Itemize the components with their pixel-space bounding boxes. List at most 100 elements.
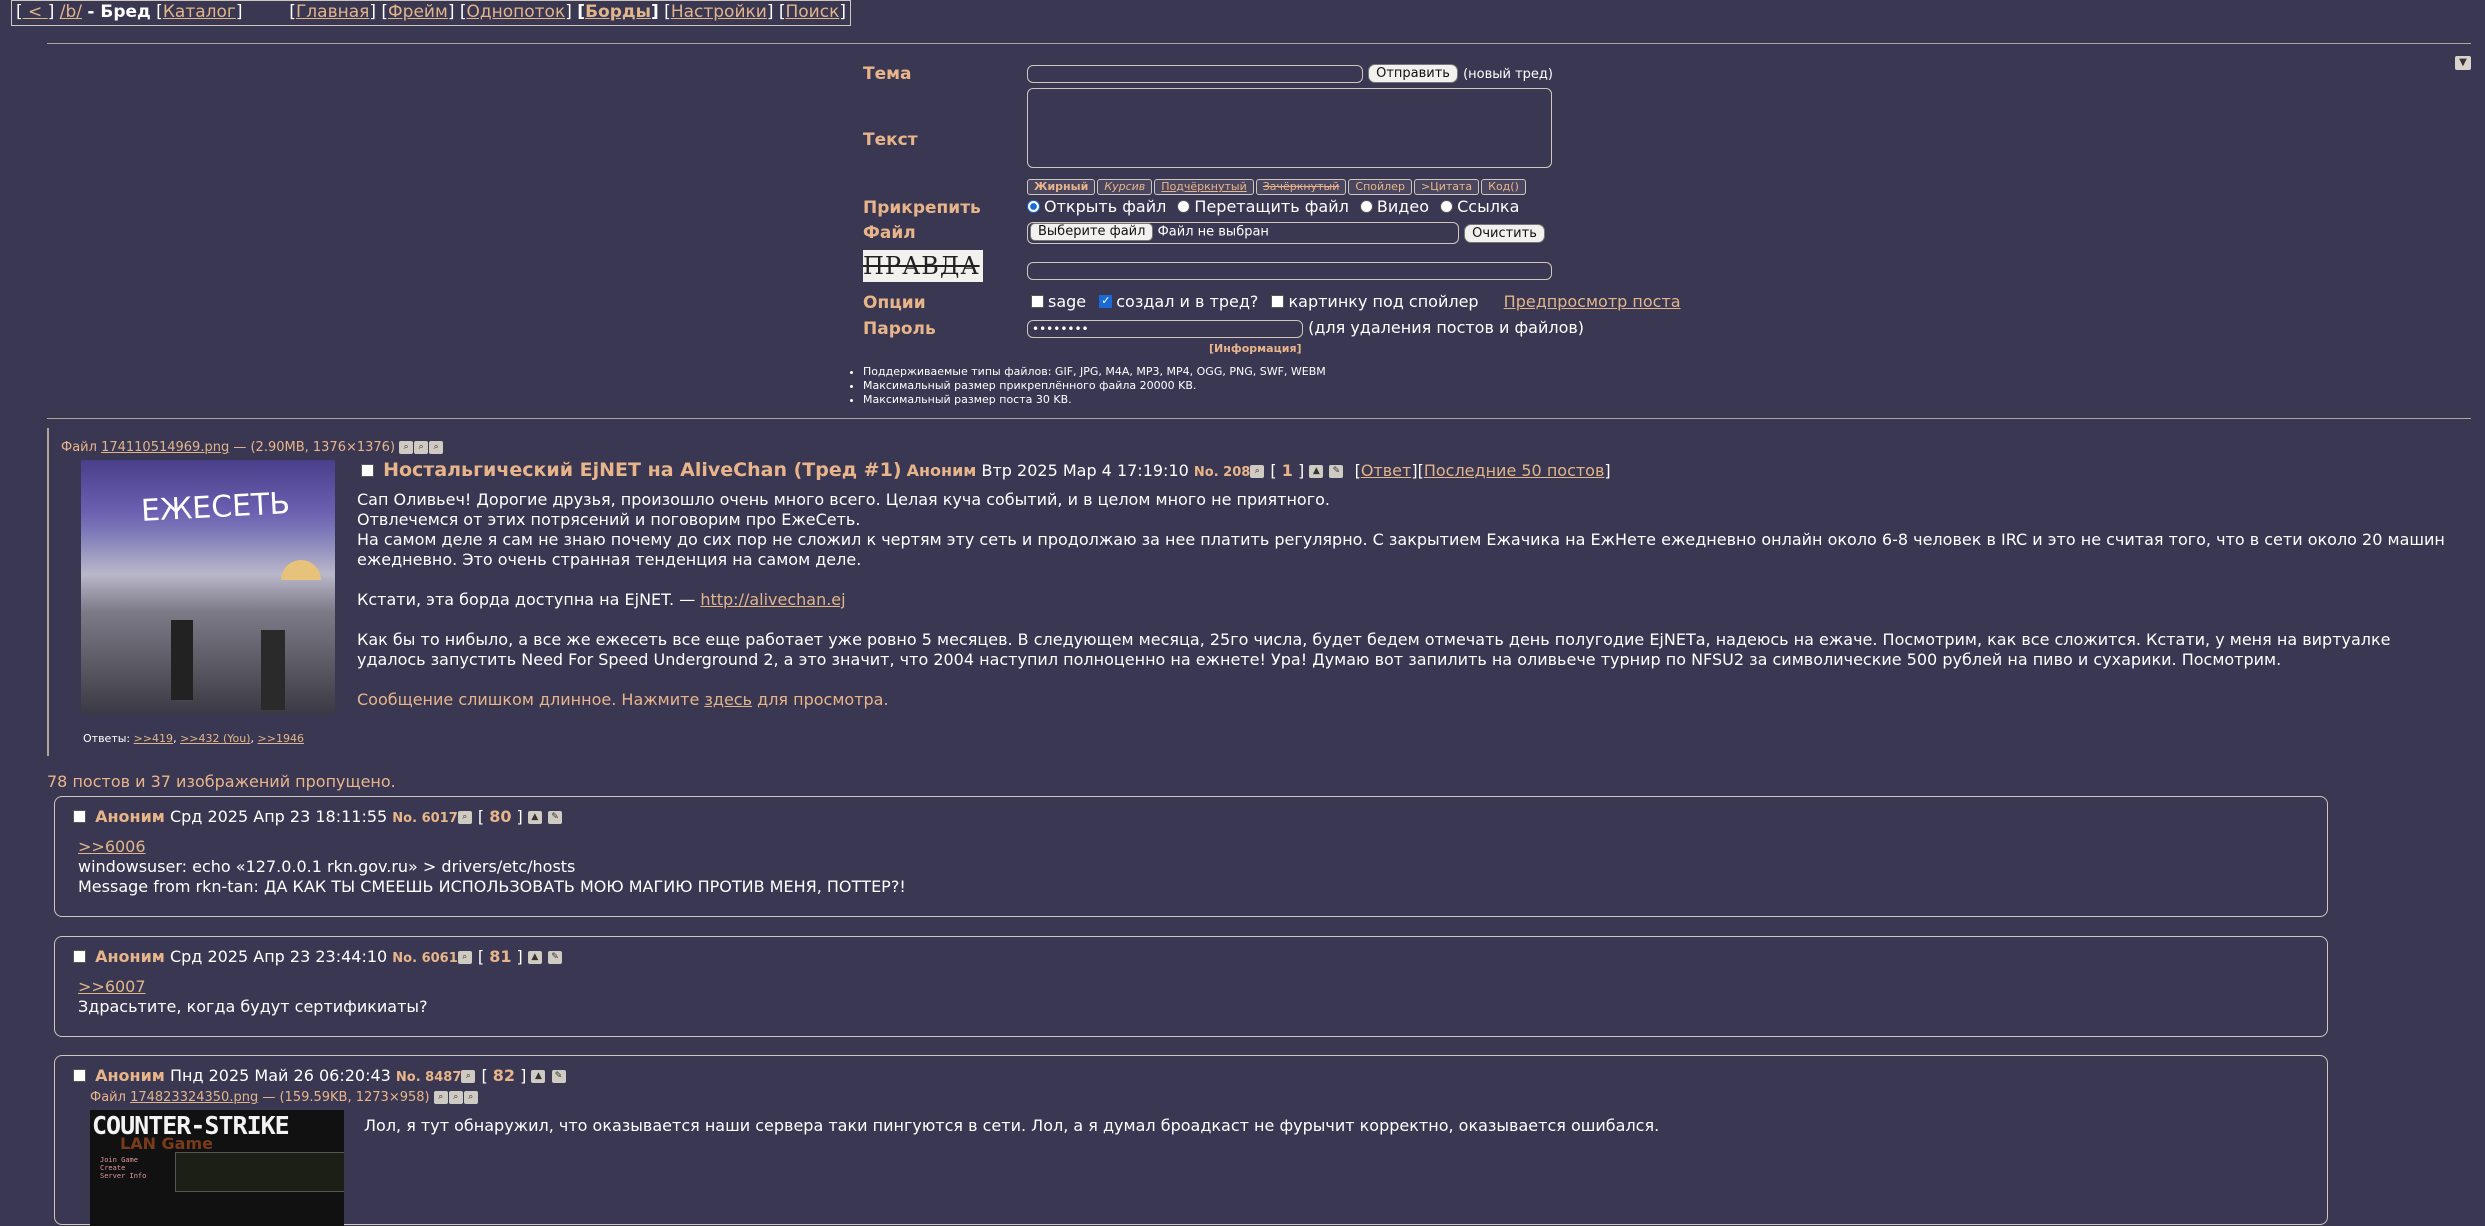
arrow-up-icon[interactable]: ▲	[1309, 465, 1324, 478]
reply-thumbnail[interactable]: COUNTER-STRIKE LAN Game Join Game Create…	[90, 1110, 344, 1226]
edit-icon[interactable]: ✎	[1329, 465, 1344, 478]
nav-frame-link[interactable]: Фрейм	[388, 2, 448, 22]
answers-list: Ответы: >>419, >>432 (You), >>1946	[83, 732, 304, 745]
strike-button[interactable]: Зачёркнутый	[1255, 179, 1347, 195]
rule-item: Максимальный размер прикреплённого файла…	[863, 379, 1326, 393]
arrow-up-icon[interactable]: ▲	[527, 811, 542, 824]
op-select-checkbox[interactable]	[361, 464, 374, 477]
op-thumbnail[interactable]: ЕЖЕСЕТЬ	[81, 460, 335, 714]
reply-count: 81	[489, 947, 512, 966]
arrow-up-icon[interactable]: ▲	[531, 1070, 546, 1083]
nav-settings-link[interactable]: Настройки	[671, 2, 767, 22]
spoiler-checkbox[interactable]	[1271, 295, 1285, 308]
op-header: Ностальгический EjNET на AliveChan (Тред…	[361, 459, 1611, 481]
search-icon[interactable]: ⌕	[463, 1091, 478, 1104]
search-icon[interactable]: ⌕	[414, 441, 429, 454]
quote-link[interactable]: >>6007	[78, 977, 428, 997]
choose-file-button[interactable]: Выберите файл	[1030, 223, 1154, 241]
last50-link[interactable]: Последние 50 постов	[1424, 461, 1605, 480]
subject-input[interactable]	[1027, 64, 1363, 83]
reply-link[interactable]: Ответ	[1361, 461, 1412, 480]
italic-button[interactable]: Курсив	[1097, 179, 1153, 195]
nav-main-link[interactable]: Главная	[296, 2, 369, 22]
post-select-checkbox[interactable]	[73, 810, 86, 823]
poster-name: Аноним	[95, 807, 165, 826]
reply-count: 82	[492, 1066, 516, 1085]
answer-link[interactable]: >>432 (You)	[180, 732, 250, 745]
rule-item: Максимальный размер поста 30 KB.	[863, 393, 1326, 407]
expand-link[interactable]: здесь	[704, 690, 752, 709]
attach-video-label: Видео	[1376, 197, 1429, 216]
reply-count: 1	[1281, 461, 1293, 480]
omitted-notice: 78 постов и 37 изображений пропущено.	[47, 772, 396, 791]
clear-file-button[interactable]: Очистить	[1464, 223, 1545, 243]
edit-icon[interactable]: ✎	[551, 1070, 566, 1083]
scroll-down-icon[interactable]: ▼	[2455, 56, 2471, 70]
reply-file-link[interactable]: 174823324350.png	[130, 1090, 258, 1105]
file-picker[interactable]: Выберите файл Файл не выбран	[1027, 222, 1459, 244]
post-number[interactable]: No. 6017	[392, 811, 457, 826]
post-number[interactable]: No. 8487	[396, 1070, 461, 1085]
info-link[interactable]: [Информация]	[1209, 342, 1302, 355]
post-date: Втр 2025 Мар 4 17:19:10	[981, 461, 1189, 480]
nav-catalog-link[interactable]: Каталог	[163, 2, 236, 22]
spoiler-button[interactable]: Спойлер	[1348, 179, 1412, 195]
created-checkbox[interactable]	[1099, 294, 1113, 308]
nav-single-link[interactable]: Однопоток	[466, 2, 565, 22]
op-file-link[interactable]: 174110514969.png	[101, 440, 229, 455]
search-icon[interactable]: ⌕	[457, 811, 472, 824]
post-date: Пнд 2025 Май 26 06:20:43	[169, 1066, 391, 1085]
quote-link[interactable]: >>6006	[78, 837, 906, 857]
attach-drag-label: Перетащить файл	[1194, 197, 1349, 216]
answer-link[interactable]: >>1946	[258, 732, 304, 745]
markup-toolbar: Жирный Курсив Подчёркнутый Зачёркнутый Спойл…	[1027, 175, 1528, 195]
attach-open-label: Открыть файл	[1044, 197, 1167, 216]
code-button[interactable]: Код()	[1481, 179, 1526, 195]
answer-link[interactable]: >>419	[134, 732, 173, 745]
thumbnail-sign: ЕЖЕСЕТЬ	[140, 486, 291, 529]
quote-button[interactable]: >Цитата	[1413, 179, 1480, 195]
thumbnail-menu: Join Game Create Server Info	[100, 1156, 147, 1180]
spoiler-label: картинку под спойлер	[1288, 292, 1479, 311]
search-icon[interactable]: ⌕	[429, 441, 444, 454]
board-address-link[interactable]: http://alivechan.ej	[700, 590, 845, 609]
attach-open-radio[interactable]	[1027, 200, 1040, 213]
bold-button[interactable]: Жирный	[1027, 179, 1096, 195]
password-input[interactable]: ••••••••	[1027, 319, 1303, 338]
reply-message: >>6006 windowsuser: echo «127.0.0.1 rkn.…	[78, 837, 906, 896]
message-textarea[interactable]	[1027, 88, 1552, 168]
nav-boards-link[interactable]: Борды	[585, 2, 651, 22]
top-navigation: [ < ] /b/ - Бред [Каталог] [Главная] [Фр…	[11, 0, 851, 26]
preview-link[interactable]: Предпросмотр поста	[1504, 292, 1681, 311]
search-icon[interactable]: ⌕	[461, 1070, 476, 1083]
edit-icon[interactable]: ✎	[547, 811, 562, 824]
search-icon[interactable]: ⌕	[448, 1091, 463, 1104]
thread-subject: Ностальгический EjNET на AliveChan (Тред…	[383, 459, 902, 481]
nav-search-link[interactable]: Поиск	[786, 2, 840, 22]
nav-back-link[interactable]: <	[23, 2, 48, 22]
submit-button[interactable]: Отправить	[1368, 64, 1458, 83]
rule-item: Поддерживаемые типы файлов: GIF, JPG, M4…	[863, 365, 1326, 379]
post-number[interactable]: No. 208	[1194, 465, 1250, 480]
reply-message: Лол, я тут обнаружил, что оказывается на…	[364, 1116, 1660, 1135]
attach-video-radio[interactable]	[1359, 200, 1373, 213]
search-icon[interactable]: ⌕	[457, 951, 472, 964]
post-select-checkbox[interactable]	[73, 950, 86, 963]
captcha-image: ПРАВДА	[863, 250, 983, 282]
options-label: Опции	[863, 293, 926, 313]
search-icon[interactable]: ⌕	[1250, 465, 1265, 478]
sage-checkbox[interactable]	[1031, 295, 1044, 308]
post-number[interactable]: No. 6061	[392, 951, 457, 966]
poster-name: Аноним	[906, 461, 977, 480]
attach-drag-radio[interactable]	[1177, 200, 1191, 213]
post-select-checkbox[interactable]	[73, 1069, 86, 1082]
reply-post: Аноним Срд 2025 Апр 23 23:44:10 No. 6061…	[54, 936, 2328, 1037]
search-icon[interactable]: ⌕	[399, 441, 414, 454]
search-icon[interactable]: ⌕	[433, 1091, 448, 1104]
captcha-input[interactable]	[1027, 261, 1552, 280]
edit-icon[interactable]: ✎	[547, 951, 562, 964]
attach-link-radio[interactable]	[1440, 200, 1454, 213]
arrow-up-icon[interactable]: ▲	[527, 951, 542, 964]
underline-button[interactable]: Подчёркнутый	[1154, 179, 1254, 195]
nav-board-link[interactable]: /b/	[60, 2, 82, 22]
